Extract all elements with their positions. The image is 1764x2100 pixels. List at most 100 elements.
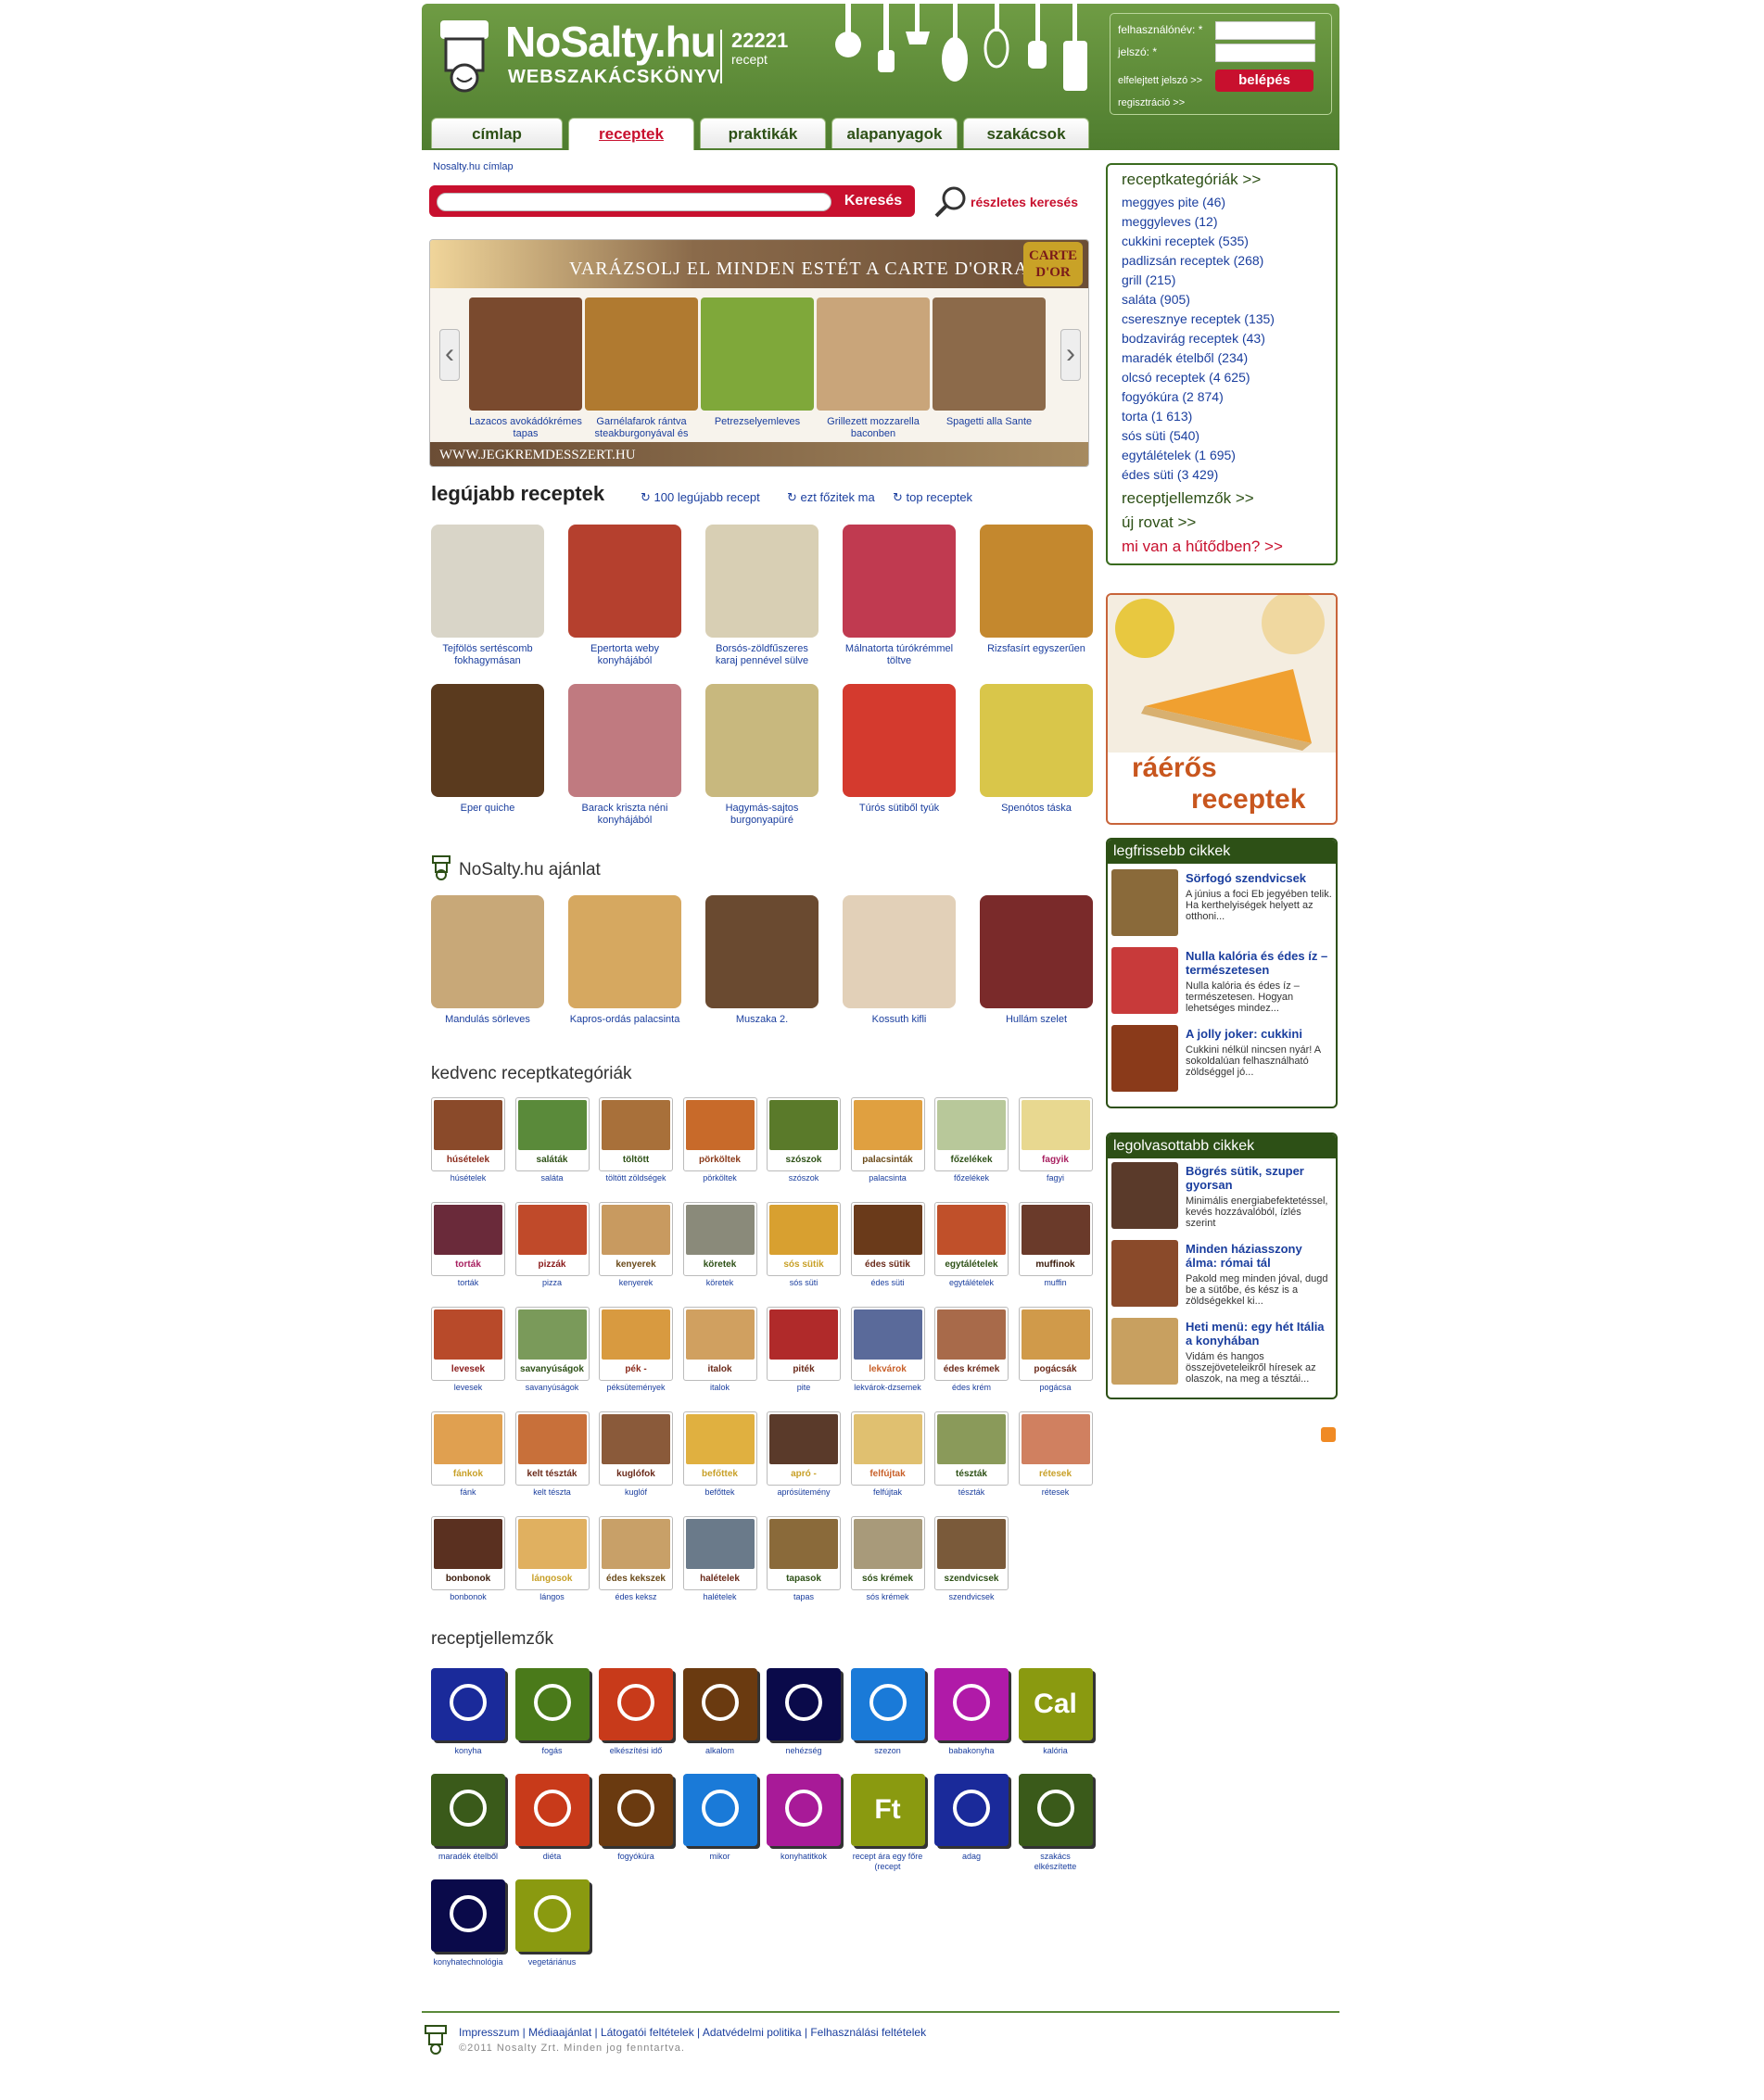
sidebar-category-item[interactable]: meggyes pite (46) [1122, 195, 1225, 209]
category-caption[interactable]: kelt tészta [515, 1487, 590, 1497]
feature-caption[interactable]: alkalom [683, 1746, 757, 1756]
baby-icon[interactable] [934, 1668, 1009, 1740]
footer-links[interactable]: Impresszum | Médiaajánlat | Látogatói fe… [459, 2026, 926, 2039]
feature-caption[interactable]: konyha [431, 1746, 505, 1756]
category-caption[interactable]: főzelékek [934, 1173, 1009, 1183]
category-caption[interactable]: italok [683, 1383, 757, 1392]
category-caption[interactable]: palacsinta [851, 1173, 925, 1183]
category-caption[interactable]: péksütemények [599, 1383, 673, 1392]
category-caption[interactable]: befőttek [683, 1487, 757, 1497]
carousel-image[interactable] [585, 297, 698, 411]
category-tile[interactable]: pék - sütemények [599, 1307, 673, 1381]
category-caption[interactable]: húsételek [431, 1173, 505, 1183]
tab-cimlap[interactable]: címlap [431, 118, 563, 148]
recipe-title[interactable]: Tejfölös sertéscomb fokhagymásan [431, 643, 544, 667]
recycle-icon[interactable] [431, 1774, 505, 1846]
category-tile[interactable]: tapasok [767, 1516, 841, 1590]
recipe-thumbnail[interactable] [980, 684, 1093, 797]
sprout-icon[interactable] [514, 1879, 590, 1952]
category-tile[interactable]: sós sütik [767, 1202, 841, 1276]
category-tile[interactable]: saláták [514, 1097, 590, 1171]
sidebar-category-item[interactable]: meggyleves (12) [1122, 214, 1218, 229]
category-tile[interactable]: szendvicsek [934, 1516, 1009, 1590]
category-tile[interactable]: torták [431, 1202, 505, 1276]
carousel-caption[interactable]: Spagetti alla Sante [933, 416, 1046, 428]
category-tile[interactable]: piték [767, 1307, 841, 1381]
recipe-thumbnail[interactable] [705, 684, 819, 797]
category-tile[interactable]: rétesek [1018, 1411, 1093, 1486]
sidebar-category-item[interactable]: padlizsán receptek (268) [1122, 253, 1263, 268]
recipe-thumbnail[interactable] [568, 525, 681, 638]
article-item[interactable]: Sörfogó szendvicsek A június a foci Eb je… [1111, 869, 1334, 940]
article-image[interactable] [1111, 1162, 1178, 1229]
category-caption[interactable]: pite [767, 1383, 841, 1392]
recipe-title[interactable]: Barack kriszta néni konyhájából [568, 803, 681, 827]
category-caption[interactable]: tészták [934, 1487, 1009, 1497]
carousel-image[interactable] [469, 297, 582, 411]
feature-caption[interactable]: szezon [851, 1746, 925, 1756]
site-name[interactable]: NoSalty.hu [505, 19, 717, 65]
gears-icon[interactable] [431, 1879, 505, 1952]
fork-knife-icon[interactable] [514, 1668, 590, 1740]
category-tile[interactable]: édes sütik [850, 1202, 925, 1276]
category-caption[interactable]: töltött zöldségek [599, 1173, 673, 1183]
recipe-thumbnail[interactable] [980, 525, 1093, 638]
recipe-title[interactable]: Kapros-ordás palacsinta [568, 1014, 681, 1026]
article-item[interactable]: A jolly joker: cukkini Cukkini nélkül nin… [1111, 1025, 1334, 1095]
category-caption[interactable]: tapas [767, 1592, 841, 1601]
recipe-title[interactable]: Hagymás-sajtos burgonyapüré [705, 803, 819, 827]
recipe-thumbnail[interactable] [568, 684, 681, 797]
category-tile[interactable]: főzelékek [934, 1097, 1009, 1171]
article-image[interactable] [1111, 1318, 1178, 1385]
category-caption[interactable]: sós süti [767, 1278, 841, 1287]
category-tile[interactable]: kuglófok [599, 1411, 673, 1486]
category-caption[interactable]: sós krémek [851, 1592, 925, 1601]
category-caption[interactable]: aprósütemény [767, 1487, 841, 1497]
category-tile[interactable]: pörköltek [682, 1097, 757, 1171]
category-tile[interactable]: befőttek [682, 1411, 757, 1486]
no-entry-icon[interactable] [514, 1774, 590, 1846]
recipe-title[interactable]: Borsós-zöldfűszeres karaj pennével sülve [705, 643, 819, 667]
category-caption[interactable]: savanyúságok [515, 1383, 590, 1392]
link-100-newest[interactable]: ↻ 100 legújabb recept [641, 490, 760, 505]
sidebar-category-item[interactable]: torta (1 613) [1122, 409, 1192, 424]
recipe-title[interactable]: Túrós sütiből tyúk [843, 803, 956, 815]
forgot-password-link[interactable]: elfelejtett jelszó >> [1118, 75, 1202, 86]
recipe-title[interactable]: Epertorta weby konyhájából [568, 643, 681, 667]
rss-icon[interactable] [1321, 1427, 1336, 1442]
article-item[interactable]: Nulla kalória és édes íz – természetesen… [1111, 947, 1334, 1018]
category-tile[interactable]: húsételek [431, 1097, 505, 1171]
category-tile[interactable]: italok [682, 1307, 757, 1381]
article-item[interactable]: Minden háziasszony álma: római tál Pakold… [1111, 1240, 1334, 1310]
sidebar-category-item[interactable]: sós süti (540) [1122, 428, 1199, 443]
category-tile[interactable]: tészták [934, 1411, 1009, 1486]
recipe-thumbnail[interactable] [431, 895, 544, 1008]
sidebar-features-link[interactable]: receptjellemzők >> [1122, 489, 1254, 508]
feature-caption[interactable]: diéta [515, 1852, 590, 1862]
category-tile[interactable]: levesek [431, 1307, 505, 1381]
recipe-thumbnail[interactable] [980, 895, 1093, 1008]
category-caption[interactable]: lángos [515, 1592, 590, 1601]
category-caption[interactable]: pizza [515, 1278, 590, 1287]
category-tile[interactable]: édes krémek [934, 1307, 1009, 1381]
article-title[interactable]: Nulla kalória és édes íz – természetesen [1186, 949, 1334, 977]
category-caption[interactable]: szószok [767, 1173, 841, 1183]
advanced-search-link[interactable]: részletes keresés [971, 195, 1078, 209]
category-caption[interactable]: muffin [1019, 1278, 1093, 1287]
category-caption[interactable]: fánk [431, 1487, 505, 1497]
recipe-title[interactable]: Kossuth kifli [843, 1014, 956, 1026]
login-button[interactable]: belépés [1215, 70, 1313, 92]
category-tile[interactable]: fagyik [1018, 1097, 1093, 1171]
category-tile[interactable]: palacsinták [850, 1097, 925, 1171]
chef-icon[interactable] [1018, 1774, 1093, 1846]
category-caption[interactable]: kuglóf [599, 1487, 673, 1497]
category-tile[interactable]: köretek [682, 1202, 757, 1276]
link-top-recipes[interactable]: ↻ top receptek [893, 490, 972, 505]
category-caption[interactable]: édes krém [934, 1383, 1009, 1392]
recipe-thumbnail[interactable] [843, 525, 956, 638]
carousel-next-button[interactable]: › [1060, 329, 1081, 381]
sidebar-category-item[interactable]: grill (215) [1122, 272, 1175, 287]
sidebar-category-item[interactable]: fogyókúra (2 874) [1122, 389, 1224, 404]
sidebar-category-item[interactable]: olcsó receptek (4 625) [1122, 370, 1250, 385]
sun-snow-icon[interactable] [850, 1668, 925, 1740]
